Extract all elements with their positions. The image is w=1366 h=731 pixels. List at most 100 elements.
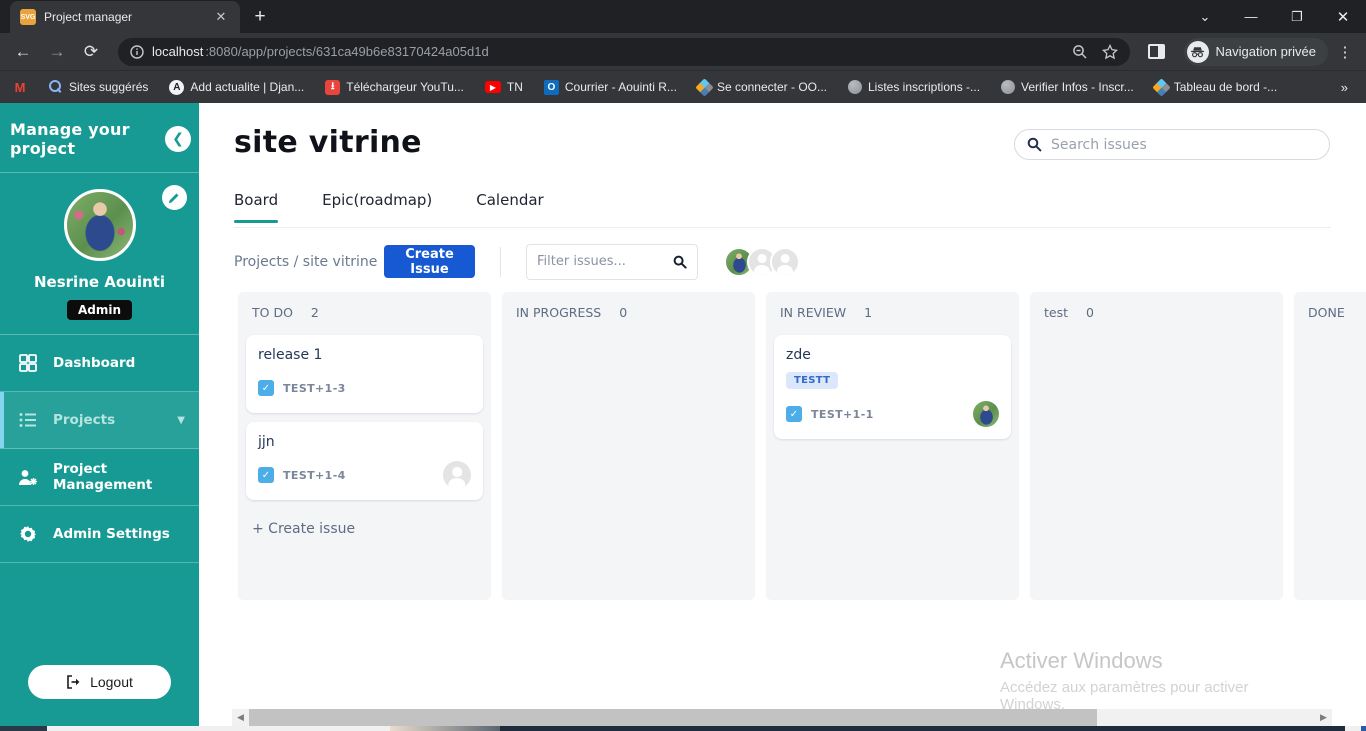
sidebar-item-projects[interactable]: Projects ▼ — [0, 392, 199, 449]
forward-button[interactable]: → — [42, 37, 72, 67]
sidebar-collapse-button[interactable]: ❮ — [165, 126, 191, 152]
issue-card[interactable]: jjn ✓ TEST+1-4 — [246, 422, 483, 500]
incognito-icon — [1186, 40, 1209, 63]
window-restore-button[interactable]: ❐ — [1274, 0, 1320, 33]
bookmark-item[interactable]: ⭳ Téléchargeur YouTu... — [325, 79, 464, 95]
new-tab-button[interactable]: + — [246, 3, 274, 31]
bookmark-item[interactable]: Sites suggérés — [49, 80, 148, 94]
tab-close-icon[interactable]: ✕ — [212, 8, 230, 26]
column-header: DONE — [1294, 292, 1366, 333]
bookmark-label: Add actualite | Djan... — [190, 80, 305, 94]
search-issues-input[interactable] — [1051, 136, 1317, 153]
column-header: TO DO 2 — [238, 292, 491, 333]
logout-button[interactable]: Logout — [28, 665, 171, 699]
sidebar-item-admin-settings[interactable]: Admin Settings — [0, 506, 199, 563]
gmail-icon: M — [14, 79, 26, 95]
taskbar-edge — [0, 726, 1366, 731]
bookmark-item[interactable]: ▶ TN — [484, 80, 523, 94]
edit-profile-button[interactable] — [162, 185, 187, 210]
search-b-icon — [49, 80, 63, 94]
sidebar-item-dashboard[interactable]: Dashboard — [0, 335, 199, 392]
create-issue-link[interactable]: + Create issue — [238, 509, 491, 549]
bookmark-label: Verifier Infos - Inscr... — [1021, 80, 1134, 94]
tab-title: Project manager — [44, 10, 133, 24]
tab-epic-roadmap[interactable]: Epic(roadmap) — [322, 191, 432, 223]
back-button[interactable]: ← — [8, 37, 38, 67]
sidebar-item-label: Admin Settings — [53, 526, 170, 542]
url-path: :8080/app/projects/631ca49b6e83170424a05… — [205, 44, 489, 59]
browser-menu-icon[interactable]: ⋮ — [1332, 43, 1358, 61]
bookmark-label: Se connecter - OO... — [716, 80, 827, 94]
diamond-icon — [1152, 77, 1171, 97]
column-header: test 0 — [1030, 292, 1283, 333]
browser-tab[interactable]: SVG Project manager ✕ — [10, 1, 240, 33]
bookmark-item[interactable]: Tableau de bord -... — [1152, 77, 1277, 97]
breadcrumb: Projects / site vitrine — [234, 253, 378, 270]
card-key-row: ✓ TEST+1-1 — [786, 400, 999, 428]
card-key: TEST+1-3 — [283, 381, 346, 395]
user-avatar — [63, 189, 136, 261]
bookmarks-overflow-icon[interactable]: » — [1341, 80, 1354, 95]
user-name: Nesrine Aouinti — [34, 273, 165, 291]
bookmark-label: Listes inscriptions -... — [867, 80, 981, 94]
task-checkbox-icon: ✓ — [258, 380, 274, 396]
filter-issues-box[interactable] — [526, 243, 698, 280]
logout-icon — [66, 675, 81, 689]
column-count: 1 — [864, 305, 873, 320]
column-count: 0 — [1086, 305, 1094, 320]
column-header: IN PROGRESS 0 — [502, 292, 755, 333]
column-name: TO DO — [252, 305, 293, 320]
card-key-row: ✓ TEST+1-3 — [258, 374, 471, 402]
tab-search-chevron-icon[interactable]: ⌄ — [1182, 0, 1228, 33]
user-gear-icon — [18, 469, 38, 486]
bookmark-star-icon[interactable] — [1101, 43, 1118, 60]
address-bar[interactable]: localhost:8080/app/projects/631ca49b6e83… — [118, 37, 1130, 66]
site-info-icon[interactable] — [130, 44, 144, 59]
windows-activation-watermark: Activer Windows Accédez aux paramètres p… — [1000, 648, 1249, 713]
board-column-to-do: TO DO 2 release 1 ✓ TEST+1-3 jjn ✓ TEST+1-4 + Cr… — [238, 292, 491, 600]
scroll-right-arrow-icon[interactable]: ▶ — [1315, 709, 1332, 726]
url-host: localhost — [152, 44, 204, 59]
bookmark-item[interactable]: Verifier Infos - Inscr... — [1001, 80, 1134, 94]
scroll-left-arrow-icon[interactable]: ◀ — [232, 709, 249, 726]
sidebar-item-project-management[interactable]: Project Management — [0, 449, 199, 506]
bookmark-label: TN — [506, 80, 523, 94]
tab-calendar[interactable]: Calendar — [476, 191, 543, 223]
scrollbar-thumb[interactable] — [249, 709, 1097, 726]
zoom-out-icon[interactable] — [1072, 44, 1088, 60]
task-checkbox-icon: ✓ — [258, 467, 274, 483]
filter-issues-input[interactable] — [537, 254, 673, 269]
search-issues-box[interactable] — [1014, 129, 1330, 160]
bookmark-item[interactable]: A Add actualite | Djan... — [169, 79, 305, 95]
issue-card[interactable]: release 1 ✓ TEST+1-3 — [246, 335, 483, 413]
board-column-test: test 0 — [1030, 292, 1283, 600]
page-title: site vitrine — [234, 125, 422, 160]
side-panel-icon[interactable] — [1142, 37, 1172, 67]
scrollbar-track[interactable] — [249, 709, 1315, 726]
bookmark-item[interactable]: O Courrier - Aouinti R... — [543, 79, 677, 95]
bookmark-item[interactable]: Se connecter - OO... — [695, 77, 827, 97]
bookmark-item[interactable]: M — [12, 79, 28, 95]
horizontal-scrollbar[interactable]: ◀ ▶ — [232, 709, 1332, 726]
member-avatar-placeholder[interactable] — [770, 246, 800, 277]
sidebar-item-label: Projects — [53, 412, 116, 428]
card-title: release 1 — [258, 347, 323, 363]
assignee-avatar[interactable] — [973, 401, 999, 427]
assignee-avatar-placeholder[interactable] — [443, 461, 471, 489]
kanban-board: TO DO 2 release 1 ✓ TEST+1-3 jjn ✓ TEST+1-4 + Cr… — [238, 292, 1366, 600]
window-minimize-button[interactable]: — — [1228, 0, 1274, 33]
dashboard-icon — [18, 354, 38, 372]
card-key: TEST+1-1 — [811, 407, 874, 421]
window-close-button[interactable]: ✕ — [1320, 0, 1366, 33]
bookmark-item[interactable]: Listes inscriptions -... — [847, 80, 981, 94]
create-issue-button[interactable]: Create Issue — [384, 245, 475, 278]
board-column-in-progress: IN PROGRESS 0 — [502, 292, 755, 600]
user-role-badge: Admin — [66, 300, 133, 320]
incognito-badge[interactable]: Navigation privée — [1183, 37, 1328, 66]
youtube-icon: ▶ — [484, 81, 501, 93]
tab-board[interactable]: Board — [234, 191, 279, 223]
diamond-icon — [695, 77, 714, 97]
issue-card[interactable]: zde TESTT ✓ TEST+1-1 — [774, 335, 1011, 439]
gear-icon — [18, 525, 38, 543]
reload-button[interactable]: ⟳ — [76, 37, 106, 67]
